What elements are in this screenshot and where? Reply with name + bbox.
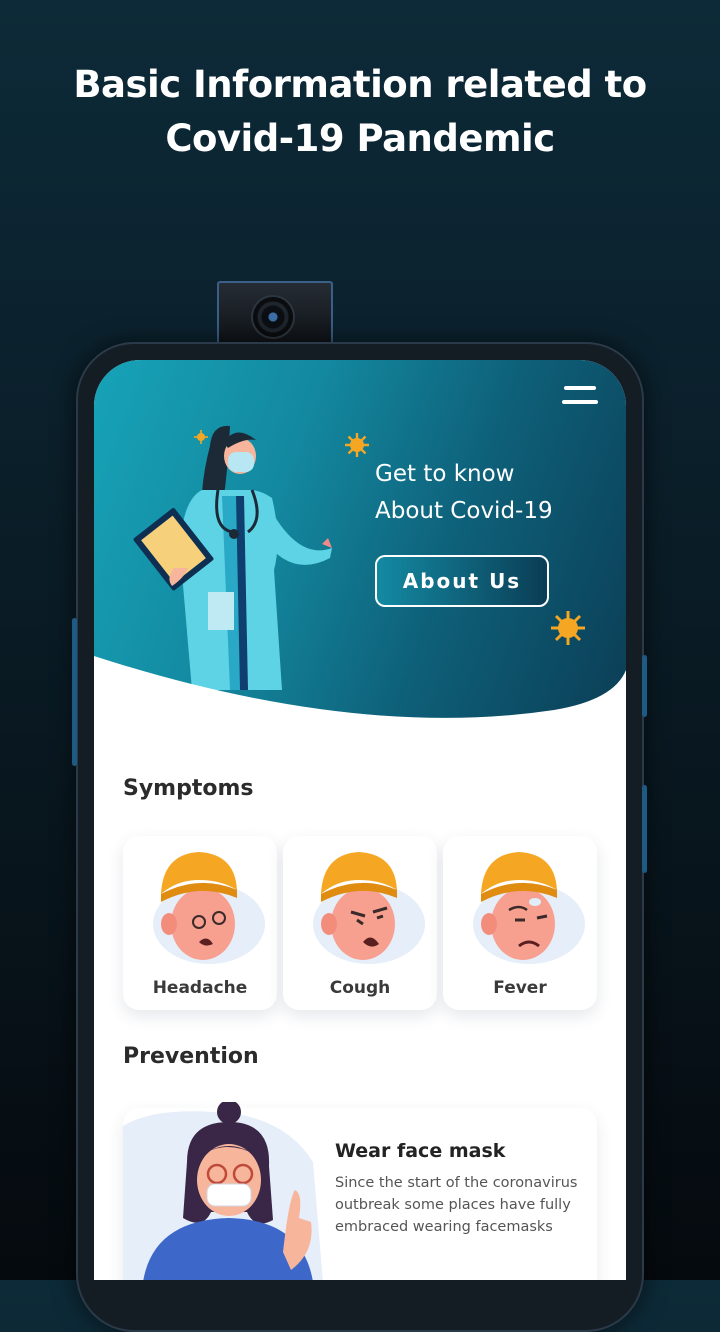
hero-banner: Get to know About Covid-19 About Us xyxy=(94,360,626,742)
prevention-item-title: Wear face mask xyxy=(335,1140,506,1162)
symptom-label: Cough xyxy=(329,978,391,998)
promo-title: Basic Information related to Covid-19 Pa… xyxy=(73,63,647,160)
symptom-card-headache[interactable]: Headache xyxy=(123,836,277,1010)
symptom-label: Headache xyxy=(152,978,248,998)
symptoms-title: Symptoms xyxy=(123,776,254,801)
camera-lens-icon xyxy=(253,297,293,337)
app-screen: Get to know About Covid-19 About Us Symp… xyxy=(94,360,626,1280)
about-us-button[interactable]: About Us xyxy=(375,555,549,607)
phone-power-button xyxy=(642,655,647,717)
fever-face-icon xyxy=(473,852,585,964)
hero-wave-divider xyxy=(94,656,626,742)
cough-face-icon xyxy=(313,852,425,964)
virus-icon xyxy=(345,433,369,457)
phone-side-button xyxy=(72,618,77,766)
headache-face-icon xyxy=(153,852,265,964)
virus-icon xyxy=(194,430,208,444)
symptom-card-cough[interactable]: Cough xyxy=(283,836,437,1010)
prevention-item-description: Since the start of the coronavirus outbr… xyxy=(335,1175,578,1235)
symptom-card-fever[interactable]: Fever xyxy=(443,836,597,1010)
prevention-title: Prevention xyxy=(123,1044,259,1069)
woman-with-mask-illustration xyxy=(123,1102,323,1280)
hamburger-menu-icon[interactable] xyxy=(562,386,598,410)
prevention-card-face-mask[interactable]: Wear face mask Since the start of the co… xyxy=(123,1102,597,1280)
popup-camera xyxy=(217,281,333,347)
phone-volume-button xyxy=(642,785,647,873)
symptom-label: Fever xyxy=(493,978,547,998)
hero-headline: Get to know About Covid-19 xyxy=(375,461,553,524)
